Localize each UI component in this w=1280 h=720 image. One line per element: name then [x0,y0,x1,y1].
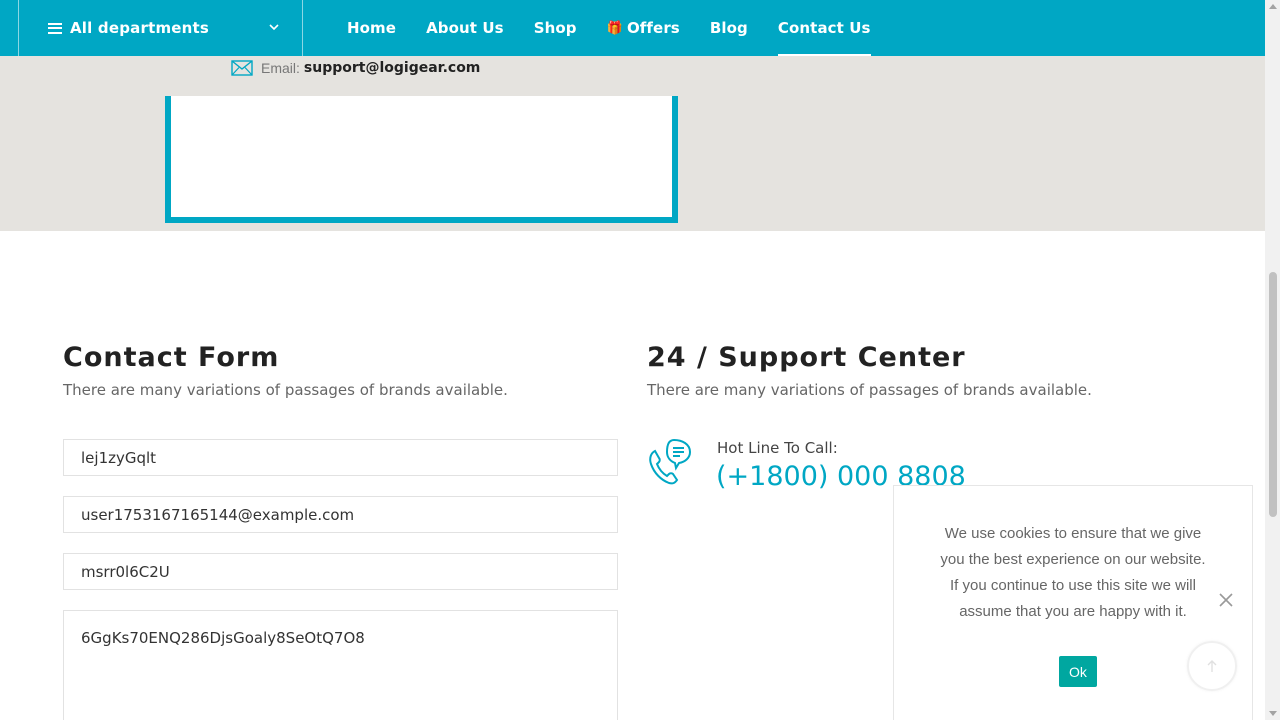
all-departments-label: All departments [70,19,210,37]
scroll-up-arrow-icon[interactable] [1269,4,1277,9]
gift-icon: 🎁 [606,20,623,36]
support-center-title: 24 / Support Center [647,342,966,373]
nav-item-about-us-label: About Us [426,19,504,37]
cookie-ok-button[interactable]: Ok [1059,656,1097,687]
page-scrollbar[interactable] [1265,0,1280,720]
subject-field[interactable]: msrr0l6C2U [63,553,618,590]
hamburger-menu-icon [48,22,62,34]
cookie-notice: We use cookies to ensure that we give yo… [893,485,1253,720]
main-nav: Home About Us Shop 🎁 Offers Blog Contact … [347,0,901,56]
envelope-icon [231,60,253,76]
scroll-to-top-button[interactable] [1187,641,1237,691]
nav-item-contact-us-label: Contact Us [777,19,871,37]
nav-item-offers-label: Offers [626,19,680,37]
email-value[interactable]: support@logigear.com [304,60,481,76]
email-field[interactable]: user1753167165144@example.com [63,496,618,533]
nav-item-blog[interactable]: Blog [710,0,748,56]
contact-form-title: Contact Form [63,342,280,373]
scrollbar-thumb[interactable] [1269,272,1277,517]
nav-item-about-us[interactable]: About Us [426,0,504,56]
nav-item-blog-label: Blog [709,19,748,37]
chevron-down-icon [269,24,279,31]
email-label: Email: [261,60,300,76]
email-info-row: Email: support@logigear.com [231,56,480,80]
top-navigation-bar: All departments Home About Us Shop 🎁 Offe… [0,0,1265,56]
scroll-down-arrow-icon[interactable] [1269,711,1277,716]
nav-item-shop[interactable]: Shop [534,0,577,56]
arrow-up-icon [1207,660,1217,672]
support-center-subtitle: There are many variations of passages of… [647,381,1092,399]
phone-chat-icon [649,438,692,485]
hotline-label: Hot Line To Call: [717,439,838,457]
nav-item-offers[interactable]: 🎁 Offers [607,0,680,56]
contact-form-subtitle: There are many variations of passages of… [63,381,508,399]
nav-item-contact-us[interactable]: Contact Us [777,0,871,56]
all-departments-dropdown[interactable]: All departments [18,0,303,56]
message-textarea[interactable]: 6GgKs70ENQ286DjsGoaly8SeOtQ7O8 [63,610,618,720]
contact-info-box [165,96,678,223]
nav-item-shop-label: Shop [533,19,577,37]
nav-item-home-label: Home [347,19,397,37]
nav-item-home[interactable]: Home [347,0,396,56]
cookie-message: We use cookies to ensure that we give yo… [940,525,1206,620]
name-field[interactable]: lej1zyGqlt [63,439,618,476]
close-icon[interactable] [1219,593,1233,607]
map-area[interactable] [0,56,1265,231]
